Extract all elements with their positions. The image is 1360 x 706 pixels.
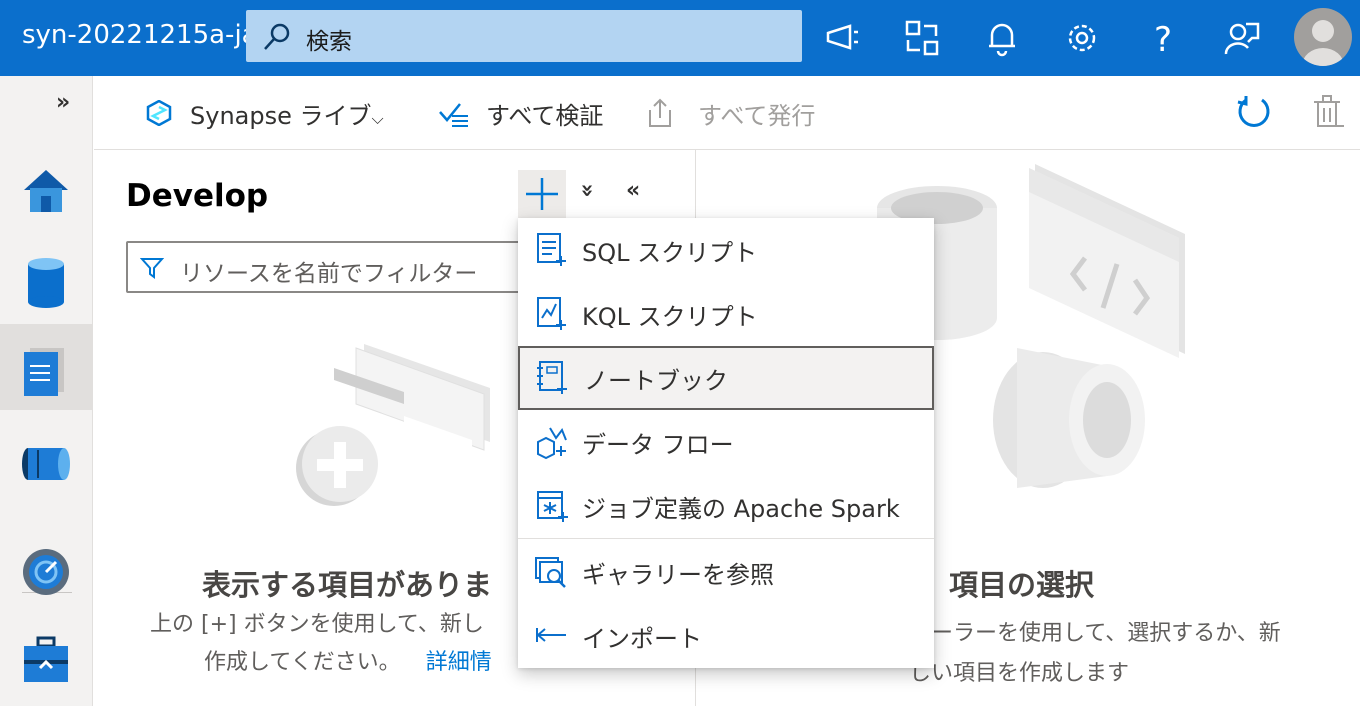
data-icon (28, 258, 64, 308)
select-item-line2: しい項目を作成します (909, 661, 1130, 686)
command-bar: Synapse ライブ⌵ すべて検証 すべて発行 (94, 76, 1360, 150)
rail-integrate[interactable] (0, 424, 93, 510)
import-icon (536, 628, 566, 642)
menu-item-spark-job[interactable]: ジョブ定義の Apache Spark (518, 474, 934, 538)
announcement-icon[interactable] (822, 18, 862, 58)
help-icon[interactable]: ? (1142, 18, 1182, 58)
menu-item-label: SQL スクリプト (582, 239, 758, 267)
search-icon (264, 23, 290, 50)
select-item-title: 項目の選択 (949, 568, 1095, 602)
gallery-icon (535, 557, 566, 588)
menu-item-label: データ フロー (582, 431, 734, 459)
menu-item-label: ノートブック (584, 367, 728, 395)
data-flow-icon (537, 427, 567, 460)
select-item-line1: ローラーを使用して、選択するか、新 (909, 621, 1281, 646)
menu-item-kql-script[interactable]: KQL スクリプト (518, 282, 934, 346)
menu-item-label: インポート (582, 625, 702, 653)
learn-more-link[interactable]: 詳細情 (426, 650, 492, 675)
kql-script-icon (537, 297, 566, 330)
svg-text:?: ? (1154, 20, 1172, 58)
top-bar: syn-20221215a-japan 検索 ? (0, 0, 1360, 76)
plus-icon (526, 178, 558, 210)
page-title: Develop (126, 178, 269, 214)
bell-icon[interactable] (982, 18, 1022, 58)
empty-state-line2: 作成してください。 (204, 650, 401, 675)
rail-home[interactable] (0, 146, 93, 232)
workspace-name[interactable]: syn-20221215a-japan (22, 20, 246, 50)
menu-divider (518, 538, 934, 539)
integrate-icon (22, 448, 70, 480)
rail-manage[interactable] (0, 616, 93, 702)
new-resource-menu: SQL スクリプト KQL スクリプト ノートブック データ フロー ジョブ定義… (518, 218, 934, 668)
notebook-icon (537, 361, 567, 394)
menu-item-label: ジョブ定義の Apache Spark (582, 495, 900, 523)
synapse-live-label: Synapse ライブ (190, 102, 372, 130)
avatar[interactable] (1294, 8, 1352, 66)
search-placeholder: 検索 (306, 29, 352, 55)
develop-icon (24, 348, 64, 396)
directory-switch-icon[interactable] (902, 18, 942, 58)
publish-all-button[interactable]: すべて発行 (698, 96, 815, 131)
expand-all-button[interactable]: » (575, 183, 600, 197)
menu-item-sql-script[interactable]: SQL スクリプト (518, 218, 934, 282)
left-rail: » (0, 76, 93, 706)
menu-item-data-flow[interactable]: データ フロー (518, 410, 934, 474)
home-icon (24, 170, 68, 212)
empty-state-illustration (296, 344, 490, 506)
menu-item-notebook[interactable]: ノートブック (518, 346, 934, 410)
filter-icon (140, 258, 164, 279)
chevron-down-icon: ⌵ (371, 109, 384, 128)
synapse-icon (146, 100, 172, 126)
empty-state-text: 上の [+] ボタンを使用して、新し 作成してください。 詳細情 (150, 606, 492, 682)
rail-monitor[interactable] (0, 528, 93, 614)
sql-script-icon (537, 233, 566, 266)
empty-state-title: 表示する項目がありま (202, 568, 493, 602)
avatar-icon (1302, 20, 1344, 66)
menu-item-import[interactable]: インポート (518, 604, 934, 668)
add-resource-button[interactable] (518, 170, 566, 218)
manage-icon (24, 636, 68, 682)
filter-input[interactable]: リソースを名前でフィルター (126, 241, 546, 293)
menu-item-browse-gallery[interactable]: ギャラリーを参照 (518, 540, 934, 604)
feedback-icon[interactable] (1222, 18, 1262, 58)
search-box[interactable]: 検索 (246, 10, 802, 62)
monitor-icon (23, 549, 69, 595)
menu-item-label: ギャラリーを参照 (582, 561, 774, 589)
validate-all-button[interactable]: すべて検証 (486, 96, 603, 131)
rail-develop[interactable] (0, 324, 93, 410)
collapse-pane-button[interactable]: « (626, 178, 640, 203)
gear-icon[interactable] (1062, 18, 1102, 58)
empty-state-line1: 上の [+] ボタンを使用して、新し (150, 612, 484, 637)
synapse-live-dropdown[interactable]: Synapse ライブ⌵ (190, 96, 384, 131)
menu-item-label: KQL スクリプト (582, 303, 758, 331)
validate-icon (439, 103, 468, 127)
spark-job-icon (537, 491, 568, 522)
publish-icon (649, 98, 671, 127)
discard-icon[interactable] (1312, 94, 1346, 130)
select-item-text: ローラーを使用して、選択するか、新 しい項目を作成します (909, 614, 1281, 694)
filter-placeholder: リソースを名前でフィルター (180, 261, 478, 287)
refresh-icon[interactable] (1236, 94, 1272, 130)
rail-data[interactable] (0, 236, 93, 322)
expand-rail-button[interactable]: » (56, 90, 70, 115)
